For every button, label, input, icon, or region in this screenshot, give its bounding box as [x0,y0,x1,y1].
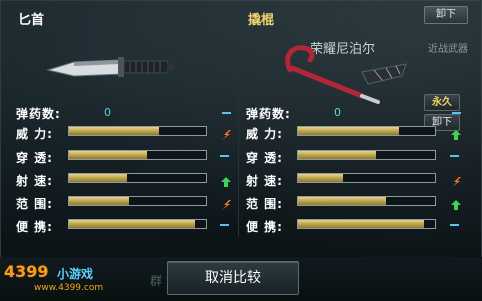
unload-top-button[interactable]: 卸下 [424,6,468,24]
left-power-indicator [220,126,232,145]
right-portability-bar [297,219,436,229]
cancel-compare-button[interactable]: 取消比较 [167,261,299,295]
right-penetration-bar [297,150,436,160]
down-arrow-icon [452,177,461,187]
right-power-indicator [450,126,462,145]
up-arrow-icon [451,200,461,210]
up-arrow-icon [221,177,231,187]
left-weapon-name: 匕首 [18,13,45,28]
left-portability-label: 便 携: [16,220,53,234]
right-power-label: 威 力: [246,127,283,141]
left-ammo-dash-icon [222,112,231,114]
left-ammo-value: 0 [104,106,111,119]
right-firerate-bar [297,173,436,183]
group-label: 群 [150,274,163,288]
dash-icon [450,155,459,157]
right-power-bar [297,126,436,136]
down-arrow-icon [222,200,231,210]
left-power-bar [68,126,207,136]
right-ammo-label: 弹药数: [246,107,291,121]
right-portability-indicator [450,219,459,226]
right-firerate-label: 射 速: [246,174,283,188]
weapon-type-label: 近战武器 [428,44,468,55]
right-penetration-indicator [450,150,459,157]
right-range-label: 范 围: [246,197,283,211]
up-arrow-icon [451,130,461,140]
left-portability-bar [68,219,207,229]
left-range-label: 范 围: [16,197,53,211]
down-arrow-icon [222,130,231,140]
knife-image [46,57,175,77]
left-ammo-label: 弹药数: [16,107,61,121]
left-penetration-indicator [220,150,229,157]
right-ammo-value: 0 [334,106,341,119]
crowbar-image [285,45,407,104]
left-power-label: 威 力: [16,127,53,141]
left-portability-indicator [220,219,229,226]
dash-icon [220,224,229,226]
left-range-bar [68,196,207,206]
right-ammo-dash-icon [452,112,461,114]
left-penetration-bar [68,150,207,160]
left-firerate-indicator [220,173,232,192]
right-firerate-indicator [450,173,462,192]
watermark-url: www.4399.com [34,283,104,293]
watermark-brand: 4399 [4,262,49,281]
dash-icon [220,155,229,157]
right-portability-label: 便 携: [246,220,283,234]
right-weapon-name: 撬棍 [248,13,275,28]
right-range-indicator [450,196,462,215]
left-penetration-label: 穿 透: [16,151,53,165]
right-penetration-label: 穿 透: [246,151,283,165]
right-range-bar [297,196,436,206]
permanent-badge: 永久 [424,94,460,111]
watermark-sub: 小游戏 [57,267,94,281]
left-firerate-label: 射 速: [16,174,53,188]
column-divider [238,6,239,236]
dash-icon [450,224,459,226]
left-range-indicator [220,196,232,215]
left-firerate-bar [68,173,207,183]
